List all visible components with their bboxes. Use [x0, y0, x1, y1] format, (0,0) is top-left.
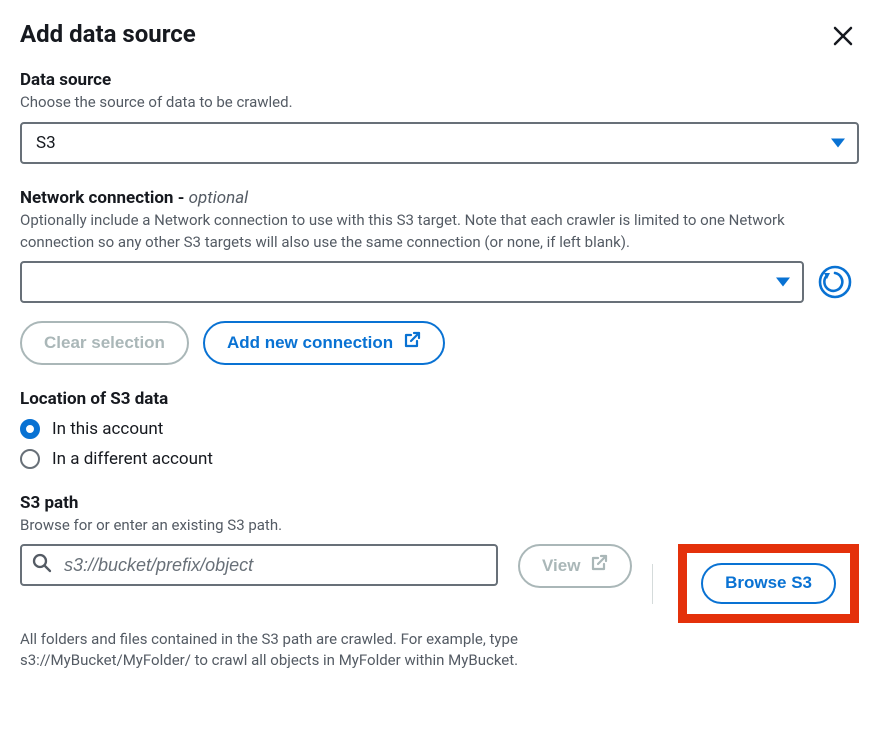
modal-title: Add data source	[20, 20, 196, 48]
network-connection-description: Optionally include a Network connection …	[20, 210, 859, 254]
external-link-icon	[590, 554, 608, 577]
highlight-browse-s3: Browse S3	[678, 544, 859, 622]
s3-path-description: Browse for or enter an existing S3 path.	[20, 515, 859, 537]
radio-unselected-icon	[20, 449, 40, 469]
data-source-description: Choose the source of data to be crawled.	[20, 92, 859, 114]
close-button[interactable]	[827, 20, 859, 52]
s3-path-helper: All folders and files contained in the S…	[20, 629, 680, 671]
browse-s3-button[interactable]: Browse S3	[701, 563, 836, 603]
location-label: Location of S3 data	[20, 389, 859, 409]
external-link-icon	[403, 331, 421, 354]
add-new-connection-button[interactable]: Add new connection	[203, 321, 445, 364]
network-connection-label: Network connection - optional	[20, 188, 859, 208]
s3-path-input[interactable]	[20, 544, 498, 586]
close-icon	[831, 36, 855, 51]
data-source-select[interactable]: S3	[20, 122, 859, 164]
radio-different-account[interactable]: In a different account	[20, 449, 859, 469]
network-connection-select[interactable]	[20, 261, 804, 303]
radio-this-account[interactable]: In this account	[20, 419, 859, 439]
clear-selection-button[interactable]: Clear selection	[20, 321, 189, 364]
view-button[interactable]: View	[518, 544, 632, 587]
radio-label: In this account	[52, 419, 163, 439]
vertical-divider	[652, 564, 653, 604]
refresh-button[interactable]	[816, 263, 854, 301]
radio-selected-icon	[20, 419, 40, 439]
s3-path-label: S3 path	[20, 493, 859, 513]
radio-label: In a different account	[52, 449, 213, 469]
refresh-icon	[818, 287, 852, 302]
data-source-label: Data source	[20, 70, 859, 90]
data-source-value: S3	[36, 133, 56, 153]
